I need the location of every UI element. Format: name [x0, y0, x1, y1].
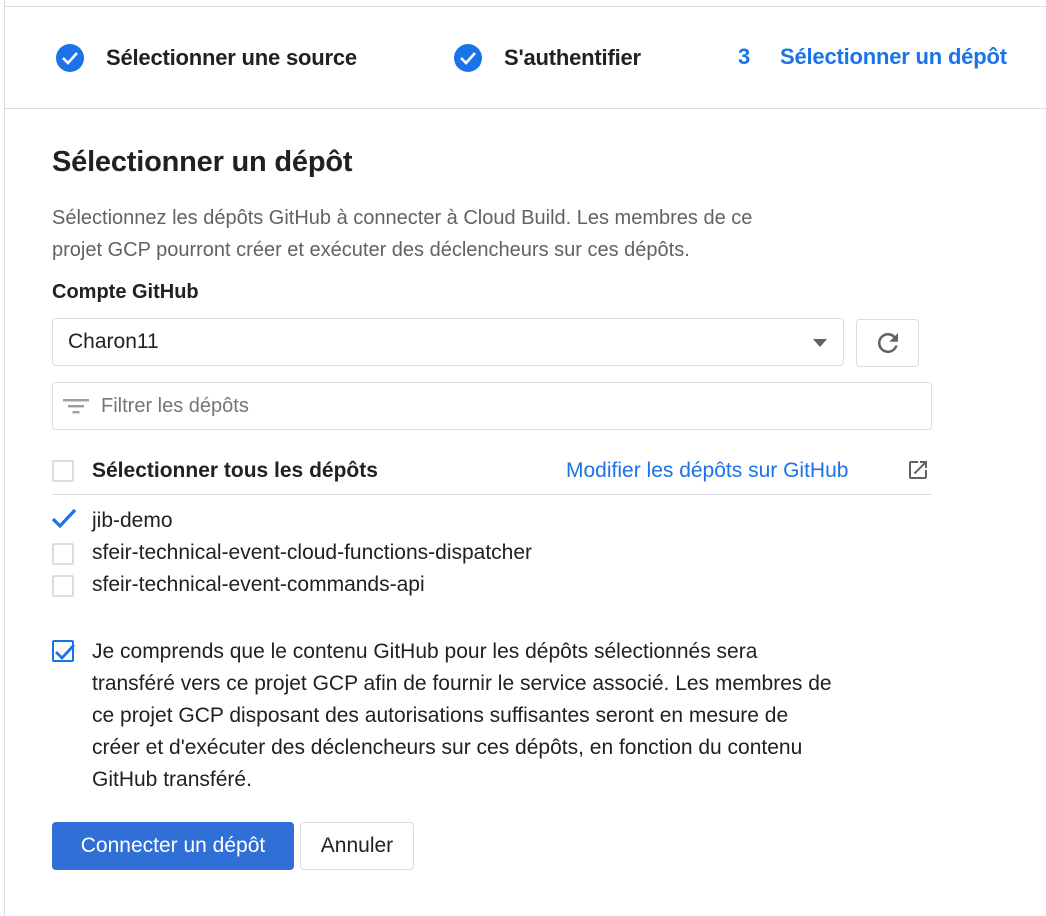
repo-name: jib-demo: [92, 509, 173, 532]
connect-repo-button[interactable]: Connecter un dépôt: [52, 822, 294, 870]
description-line: projet GCP pourront créer et exécuter de…: [52, 239, 690, 261]
frame-border: [4, 0, 5, 916]
consent-line: créer et d'exécuter des déclencheurs sur…: [92, 736, 803, 759]
repo-checkbox[interactable]: [52, 543, 74, 565]
github-account-select[interactable]: Charon11: [52, 318, 844, 366]
repo-name: sfeir-technical-event-cloud-functions-di…: [92, 541, 533, 564]
list-divider: [52, 494, 932, 495]
cancel-button[interactable]: Annuler: [300, 822, 414, 870]
open-in-new-icon[interactable]: [906, 458, 930, 487]
consent-line: ce projet GCP disposant des autorisation…: [92, 704, 789, 727]
stepper-divider: [4, 108, 1046, 109]
repo-name: sfeir-technical-event-commands-api: [92, 573, 425, 596]
check-icon: [55, 644, 76, 661]
page-title: Sélectionner un dépôt: [52, 146, 353, 178]
filter-list-icon: [63, 396, 89, 416]
step-authenticate[interactable]: S'authentifier: [454, 40, 641, 76]
step-select-repo[interactable]: Sélectionner un dépôt: [780, 44, 1007, 70]
select-all-label: Sélectionner tous les dépôts: [92, 459, 378, 482]
consent-line: Je comprends que le contenu GitHub pour …: [92, 640, 758, 663]
step-label: S'authentifier: [504, 45, 641, 70]
check-icon: [51, 508, 77, 529]
description-line: Sélectionnez les dépôts GitHub à connect…: [52, 207, 753, 229]
repo-filter[interactable]: [52, 382, 932, 430]
refresh-button[interactable]: [856, 319, 919, 367]
chevron-down-icon: [813, 339, 827, 347]
github-account-label: Compte GitHub: [52, 281, 199, 303]
repo-checkbox[interactable]: [51, 508, 77, 532]
check-circle-icon: [56, 44, 84, 72]
edit-repos-link[interactable]: Modifier les dépôts sur GitHub: [566, 459, 848, 483]
consent-line: transféré vers ce projet GCP afin de fou…: [92, 672, 832, 695]
select-all-checkbox[interactable]: [52, 460, 74, 482]
refresh-icon: [877, 332, 898, 353]
repo-checkbox[interactable]: [52, 575, 74, 597]
check-circle-icon: [454, 44, 482, 72]
step-number: 3: [738, 44, 751, 69]
top-border: [4, 6, 1046, 7]
step-select-source[interactable]: Sélectionner une source: [56, 40, 357, 76]
consent-text: Je comprends que le contenu GitHub pour …: [92, 636, 922, 796]
selected-account: Charon11: [68, 330, 159, 353]
consent-line: GitHub transféré.: [92, 768, 252, 791]
consent-checkbox[interactable]: [52, 640, 76, 662]
step-label: Sélectionner une source: [106, 45, 357, 70]
filter-input[interactable]: [101, 394, 881, 418]
page-description: Sélectionnez les dépôts GitHub à connect…: [52, 202, 932, 266]
